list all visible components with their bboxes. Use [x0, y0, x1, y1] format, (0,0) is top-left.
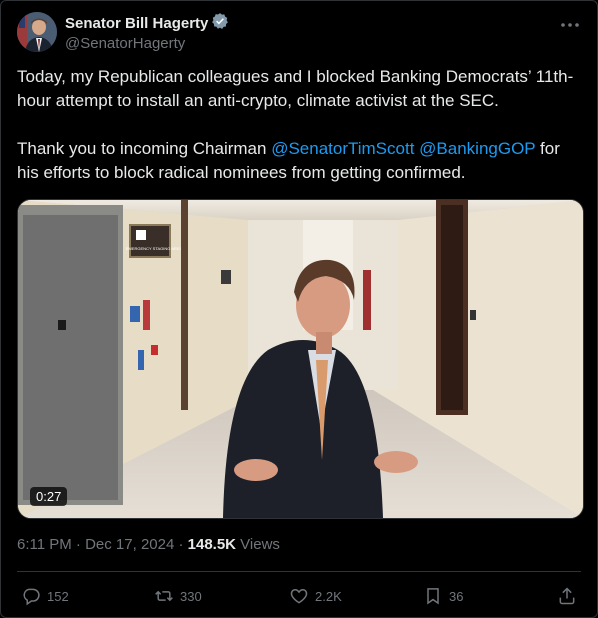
- repost-icon: [155, 590, 173, 602]
- reply-icon: [23, 588, 40, 606]
- more-options-icon[interactable]: [559, 16, 581, 34]
- mention-bankinggop[interactable]: @BankingGOP: [419, 139, 535, 158]
- mention-senatortimscott[interactable]: @SenatorTimScott: [271, 139, 414, 158]
- share-button[interactable]: [557, 583, 577, 609]
- views-label: Views: [236, 536, 280, 553]
- author-handle[interactable]: @SenatorHagerty: [65, 35, 229, 52]
- reply-count: 152: [47, 588, 69, 604]
- repost-button[interactable]: 330: [154, 583, 202, 609]
- tweet-meta: 6:11 PM · Dec 17, 2024 · 148.5K Views: [17, 536, 280, 553]
- share-icon: [559, 587, 575, 605]
- avatar[interactable]: [17, 12, 57, 52]
- bookmark-count: 36: [449, 588, 464, 604]
- author-display-name[interactable]: Senator Bill Hagerty: [65, 15, 208, 32]
- tweet-header: Senator Bill Hagerty @SenatorHagerty: [17, 12, 581, 54]
- tweet-text: Today, my Republican colleagues and I bl…: [17, 65, 579, 185]
- divider: [17, 571, 581, 572]
- tweet-card: Senator Bill Hagerty @SenatorHagerty Tod…: [0, 0, 598, 618]
- video-duration: 0:27: [30, 487, 68, 506]
- video-player[interactable]: EMERGENCY STAGING AREA 0:27: [17, 199, 584, 519]
- action-bar: 152 330 2.2K 36: [17, 583, 581, 609]
- reply-button[interactable]: 152: [21, 583, 69, 609]
- views-count: 148.5K: [187, 536, 237, 553]
- author-names: Senator Bill Hagerty @SenatorHagerty: [65, 13, 229, 52]
- video-frame: EMERGENCY STAGING AREA: [18, 200, 583, 518]
- repost-count: 330: [180, 588, 202, 604]
- verified-badge-icon: [211, 12, 229, 34]
- bookmark-icon: [427, 588, 439, 605]
- video-sign-text: EMERGENCY STAGING AREA: [126, 246, 183, 251]
- like-count: 2.2K: [315, 588, 342, 604]
- like-button[interactable]: 2.2K: [289, 583, 342, 609]
- bookmark-button[interactable]: 36: [423, 583, 463, 609]
- timestamp[interactable]: 6:11 PM · Dec 17, 2024 ·: [17, 536, 188, 553]
- author-display-name-row[interactable]: Senator Bill Hagerty: [65, 13, 229, 33]
- heart-icon: [290, 588, 308, 604]
